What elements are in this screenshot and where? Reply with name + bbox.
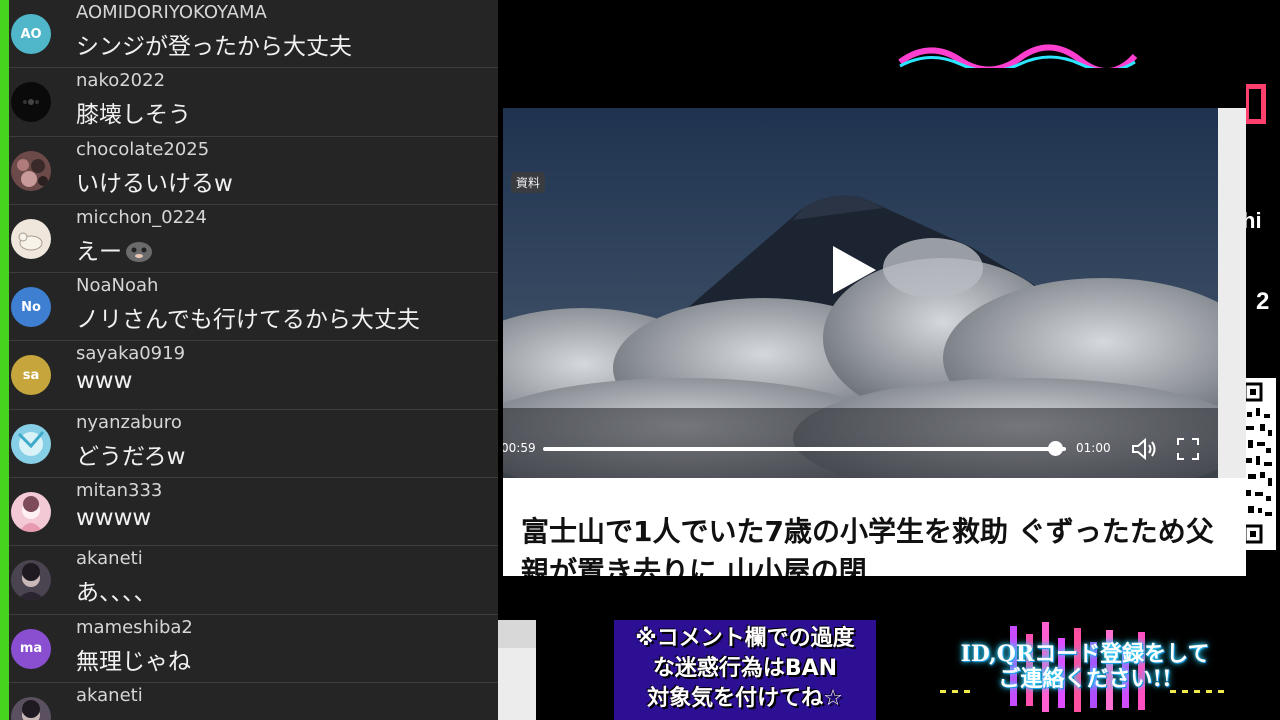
chat-message: AO AOMIDORIYOKOYAMA シンジが登ったから大丈夫 [9,0,498,69]
avatar[interactable] [11,696,51,720]
volume-icon[interactable] [1130,437,1158,461]
chat-message: akaneti [9,683,498,720]
article-card[interactable]: 富士山で1人でいた7歳の小学生を救助 ぐずったため父親が置き去りに 山小屋の閉 [503,478,1246,576]
chat-username[interactable]: akaneti [76,548,143,569]
chat-message: nako2022 膝壊しそう [9,68,498,137]
chat-username[interactable]: nako2022 [76,70,165,91]
chat-text: どうだろw [76,443,186,470]
neon-wave-decoration [898,44,1138,70]
avatar[interactable]: sa [11,355,51,396]
avatar[interactable]: No [11,287,51,328]
bottom-gray-panel [498,620,536,720]
avatar-image [23,99,39,106]
registration-text: ID,QRコード登録をして ご連絡ください!! [960,641,1210,692]
chat-accent-bar [0,0,9,720]
chat-text: 膝壊しそう [76,102,191,129]
avatar[interactable] [11,82,51,123]
chat-text: wwww [76,505,152,532]
registration-banner: ID,QRコード登録をして ご連絡ください!! [930,620,1240,720]
progress-bar[interactable] [543,447,1066,451]
avatar[interactable] [11,218,51,259]
video-controls: 00:59 01:00 [503,433,1218,463]
chat-panel: AO AOMIDORIYOKOYAMA シンジが登ったから大丈夫 nako202… [0,0,498,720]
video-side-gutter [1218,108,1246,478]
avatar-image [17,158,48,187]
qr-code[interactable] [1242,378,1276,550]
chat-username[interactable]: chocolate2025 [76,139,209,160]
chat-message: chocolate2025 いけるいけるw [9,137,498,205]
avatar[interactable] [11,560,51,601]
chat-text: シンジが登ったから大丈夫 [76,34,352,60]
chat-message: nyanzaburo どうだろw [9,410,498,479]
chat-username[interactable]: akaneti [76,685,143,706]
side-decoration: hi 2 [1242,70,1280,380]
chat-username[interactable]: micchon_0224 [76,207,207,228]
avatar-image [17,563,45,601]
source-tag: 資料 [511,172,546,193]
chat-message: sa sayaka0919 www [9,341,498,410]
article-overlay-band [503,576,1246,620]
chat-username[interactable]: mameshiba2 [76,617,193,638]
comment-rules-text: ※コメント欄での過度 な迷惑行為はBAN 対象気を付けてね☆ [635,626,855,711]
avatar-image [19,496,43,533]
chat-message: No NoaNoah ノリさんでも行けてるから大丈夫 [9,273,498,342]
side-text-2: 2 [1256,288,1270,315]
chat-message: mitan333 wwww [9,478,498,547]
chat-text: いけるいけるw [76,170,233,197]
chat-text: えー [76,232,154,266]
avatar[interactable]: AO [11,14,51,54]
chat-username[interactable]: AOMIDORIYOKOYAMA [76,2,267,23]
avatar[interactable] [11,492,51,533]
chat-text: 無理じゃね [76,648,191,675]
play-icon[interactable] [829,243,879,297]
chat-username[interactable]: NoaNoah [76,275,158,296]
duration: 01:00 [1076,441,1111,455]
chat-message: ma mameshiba2 無理じゃね [9,615,498,683]
chat-text: www [76,368,133,395]
fullscreen-icon[interactable] [1176,437,1200,461]
comment-rules-banner: ※コメント欄での過度 な迷惑行為はBAN 対象気を付けてね☆ [614,620,876,720]
chat-username[interactable]: sayaka0919 [76,343,185,364]
progress-handle[interactable] [1047,441,1063,456]
article-headline[interactable]: 富士山で1人でいた7歳の小学生を救助 ぐずったため父親が置き去りに 山小屋の閉 [521,512,1221,576]
chat-username[interactable]: nyanzaburo [76,412,182,433]
avatar-image [22,699,40,720]
avatar-image [18,232,43,251]
current-time: 00:59 [503,441,536,455]
avatar[interactable] [11,150,51,191]
chat-message: akaneti あ、、、、 [9,546,498,615]
chat-text: ノリさんでも行けてるから大丈夫 [76,307,420,334]
chat-text: あ、、、、 [76,580,157,607]
avatar[interactable] [11,423,51,464]
gray-panel-stripe [498,620,536,648]
video-player[interactable]: 資料 00:59 01:00 [503,108,1218,478]
chat-username[interactable]: mitan333 [76,480,162,501]
neon-box-decoration [1244,84,1266,124]
chat-message-list[interactable]: AO AOMIDORIYOKOYAMA シンジが登ったから大丈夫 nako202… [9,0,498,720]
chat-message: micchon_0224 えー [9,205,498,274]
avatar[interactable]: ma [11,628,51,669]
avatar-image [17,430,45,456]
sticker-emoji-icon [126,241,152,262]
chat-text-content: えー [76,238,122,265]
